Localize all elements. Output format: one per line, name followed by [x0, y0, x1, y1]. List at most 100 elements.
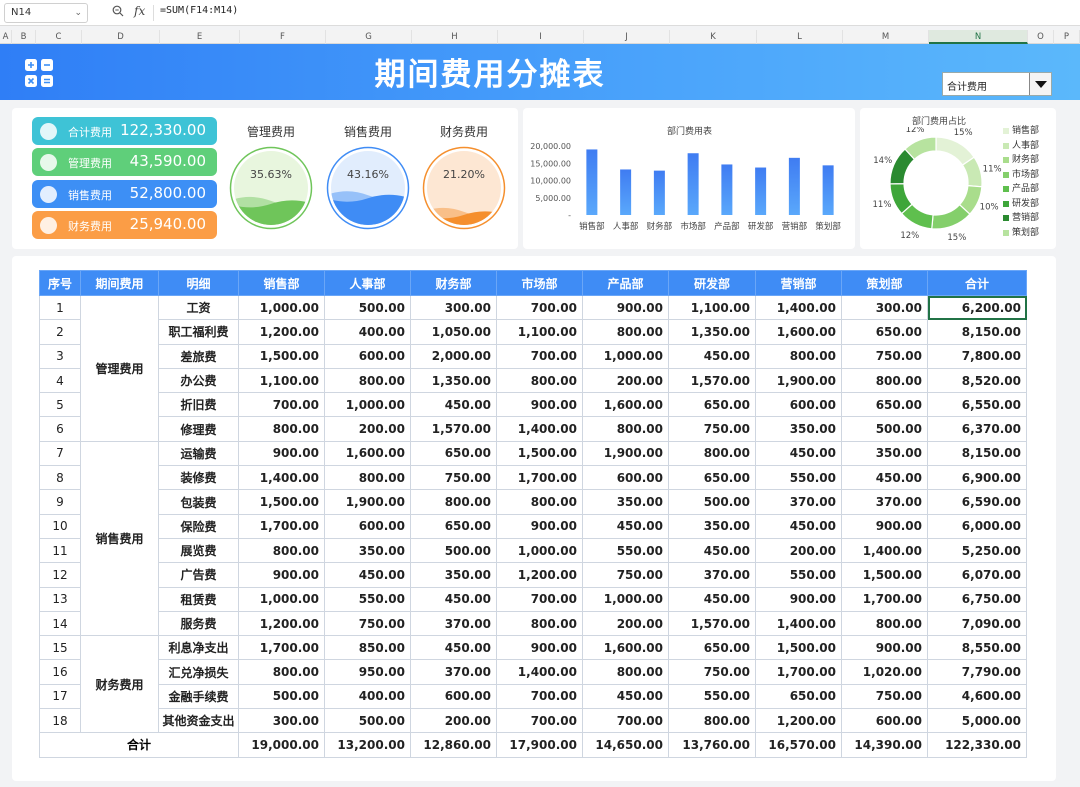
value-cell[interactable]: 700.00	[496, 294, 583, 321]
grand-total-cell[interactable]: 13,200.00	[324, 732, 411, 758]
value-cell[interactable]: 350.00	[841, 440, 928, 467]
value-cell[interactable]: 700.00	[582, 708, 669, 734]
value-cell[interactable]: 750.00	[582, 562, 669, 588]
total-cell[interactable]: 5,250.00	[927, 537, 1027, 564]
value-cell[interactable]: 2,000.00	[410, 343, 497, 369]
value-cell[interactable]: 650.00	[668, 465, 756, 491]
value-cell[interactable]: 200.00	[324, 416, 411, 442]
column-header[interactable]: 策划部	[841, 270, 928, 296]
value-cell[interactable]: 1,000.00	[582, 343, 669, 369]
column-header-f[interactable]: F	[240, 30, 326, 44]
column-header-i[interactable]: I	[498, 30, 584, 44]
value-cell[interactable]: 500.00	[324, 294, 411, 321]
value-cell[interactable]: 1,400.00	[755, 294, 842, 321]
detail-cell[interactable]: 金融手续费	[158, 683, 239, 710]
detail-cell[interactable]: 广告费	[158, 562, 239, 588]
total-cell[interactable]: 6,550.00	[927, 392, 1027, 418]
column-header[interactable]: 期间费用	[80, 270, 159, 296]
value-cell[interactable]: 650.00	[841, 392, 928, 418]
function-icon[interactable]: fx	[134, 4, 145, 18]
column-header-b[interactable]: B	[12, 30, 36, 44]
total-cell[interactable]: 6,590.00	[927, 489, 1027, 515]
value-cell[interactable]: 450.00	[410, 635, 497, 661]
value-cell[interactable]: 600.00	[841, 708, 928, 734]
value-cell[interactable]: 800.00	[841, 610, 928, 637]
total-cell[interactable]: 8,150.00	[927, 440, 1027, 467]
column-header[interactable]: 序号	[39, 270, 81, 296]
value-cell[interactable]: 800.00	[668, 708, 756, 734]
value-cell[interactable]: 370.00	[755, 489, 842, 515]
value-cell[interactable]: 370.00	[668, 562, 756, 588]
value-cell[interactable]: 900.00	[238, 440, 325, 467]
value-cell[interactable]: 450.00	[668, 343, 756, 369]
value-cell[interactable]: 800.00	[841, 367, 928, 394]
grand-total-cell[interactable]: 14,650.00	[582, 732, 669, 758]
value-cell[interactable]: 1,000.00	[324, 392, 411, 418]
value-cell[interactable]: 1,600.00	[582, 392, 669, 418]
value-cell[interactable]: 650.00	[755, 683, 842, 710]
value-cell[interactable]: 650.00	[668, 635, 756, 661]
value-cell[interactable]: 900.00	[238, 562, 325, 588]
column-header[interactable]: 研发部	[668, 270, 756, 296]
value-cell[interactable]: 750.00	[841, 343, 928, 369]
column-header[interactable]: 财务部	[410, 270, 497, 296]
row-index[interactable]: 10	[39, 513, 81, 539]
value-cell[interactable]: 500.00	[238, 683, 325, 710]
detail-cell[interactable]: 其他资金支出	[158, 708, 239, 734]
category-cell[interactable]: 销售费用	[80, 440, 159, 637]
value-cell[interactable]: 1,400.00	[755, 610, 842, 637]
value-cell[interactable]: 800.00	[324, 465, 411, 491]
value-cell[interactable]: 800.00	[410, 489, 497, 515]
value-cell[interactable]: 650.00	[841, 319, 928, 345]
detail-cell[interactable]: 工资	[158, 294, 239, 321]
total-cell[interactable]: 5,000.00	[927, 708, 1027, 734]
row-index[interactable]: 12	[39, 562, 81, 588]
value-cell[interactable]: 900.00	[841, 513, 928, 539]
value-cell[interactable]: 350.00	[668, 513, 756, 539]
value-cell[interactable]: 1,600.00	[755, 319, 842, 345]
column-header-h[interactable]: H	[412, 30, 498, 44]
value-cell[interactable]: 1,570.00	[668, 367, 756, 394]
total-cell[interactable]: 7,790.00	[927, 659, 1027, 685]
total-cell[interactable]: 8,150.00	[927, 319, 1027, 345]
value-cell[interactable]: 300.00	[841, 294, 928, 321]
row-index[interactable]: 15	[39, 635, 81, 661]
value-cell[interactable]: 1,600.00	[582, 635, 669, 661]
value-cell[interactable]: 1,570.00	[668, 610, 756, 637]
total-cell[interactable]: 6,370.00	[927, 416, 1027, 442]
grand-total-cell[interactable]: 13,760.00	[668, 732, 756, 758]
value-cell[interactable]: 1,100.00	[238, 367, 325, 394]
value-cell[interactable]: 1,900.00	[582, 440, 669, 467]
value-cell[interactable]: 650.00	[410, 440, 497, 467]
detail-cell[interactable]: 修理费	[158, 416, 239, 442]
value-cell[interactable]: 1,400.00	[496, 416, 583, 442]
value-cell[interactable]: 950.00	[324, 659, 411, 685]
value-cell[interactable]: 1,200.00	[755, 708, 842, 734]
value-cell[interactable]: 350.00	[324, 537, 411, 564]
value-cell[interactable]: 800.00	[496, 489, 583, 515]
value-cell[interactable]: 700.00	[496, 683, 583, 710]
value-cell[interactable]: 1,600.00	[324, 440, 411, 467]
value-cell[interactable]: 800.00	[582, 319, 669, 345]
row-index[interactable]: 8	[39, 465, 81, 491]
row-index[interactable]: 3	[39, 343, 81, 369]
value-cell[interactable]: 200.00	[582, 367, 669, 394]
detail-cell[interactable]: 展览费	[158, 537, 239, 564]
value-cell[interactable]: 350.00	[410, 562, 497, 588]
total-label[interactable]: 合计	[39, 732, 239, 758]
detail-cell[interactable]: 包装费	[158, 489, 239, 515]
total-cell[interactable]: 4,600.00	[927, 683, 1027, 710]
value-cell[interactable]: 900.00	[582, 294, 669, 321]
value-cell[interactable]: 1,200.00	[496, 562, 583, 588]
column-header-c[interactable]: C	[36, 30, 82, 44]
value-cell[interactable]: 450.00	[582, 683, 669, 710]
value-cell[interactable]: 200.00	[582, 610, 669, 637]
value-cell[interactable]: 700.00	[238, 392, 325, 418]
value-cell[interactable]: 1,350.00	[668, 319, 756, 345]
total-cell[interactable]: 8,520.00	[927, 367, 1027, 394]
value-cell[interactable]: 450.00	[668, 586, 756, 612]
value-cell[interactable]: 450.00	[410, 586, 497, 612]
column-header[interactable]: 市场部	[496, 270, 583, 296]
value-cell[interactable]: 800.00	[324, 367, 411, 394]
detail-cell[interactable]: 运输费	[158, 440, 239, 467]
